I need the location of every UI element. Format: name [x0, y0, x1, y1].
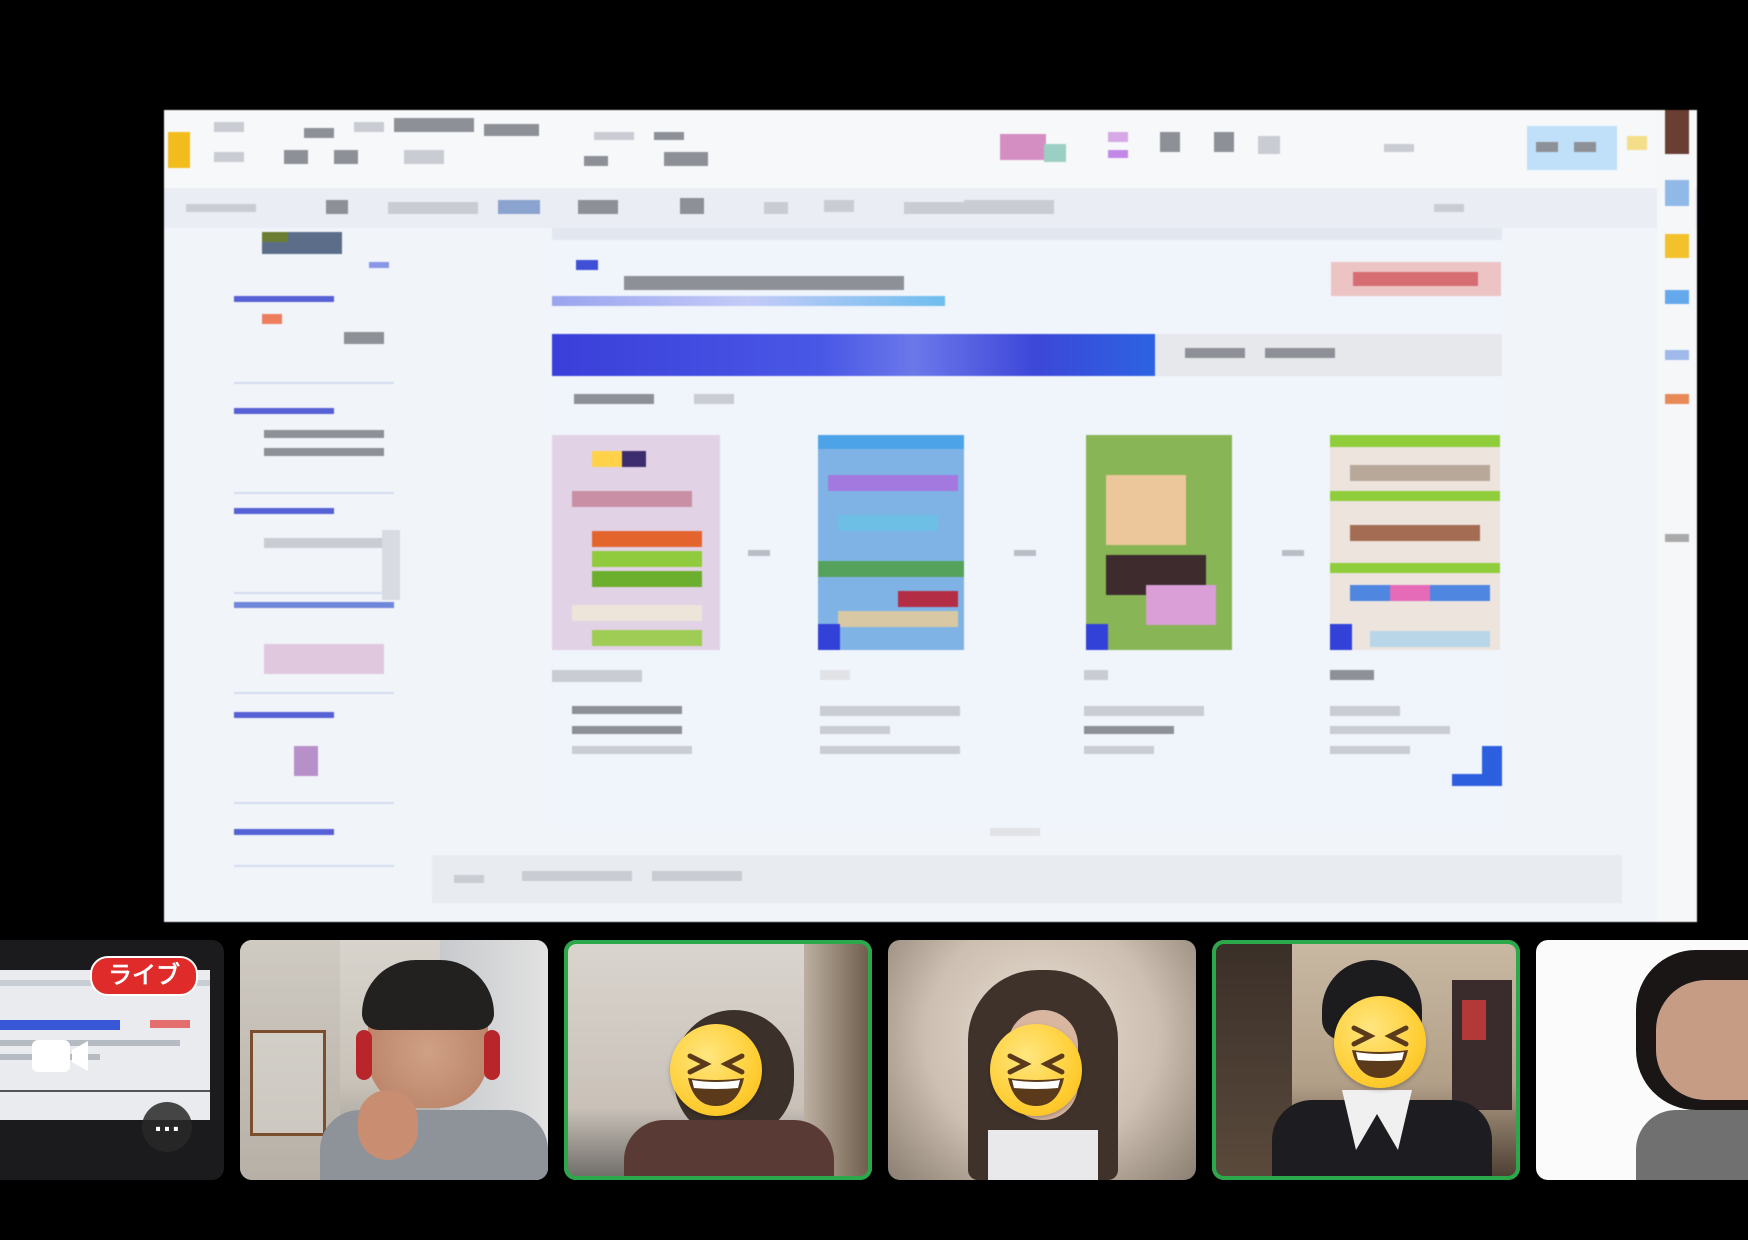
- app-icon[interactable]: [1665, 394, 1689, 404]
- participant-tile-share-preview[interactable]: ライブ …: [0, 940, 224, 1180]
- participant-strip: ライブ …: [0, 940, 1748, 1180]
- card-caption-2: [820, 670, 990, 770]
- product-card-3[interactable]: [1086, 435, 1232, 650]
- card-caption-3: [1084, 670, 1254, 770]
- video-camera-icon[interactable]: [32, 1036, 88, 1076]
- product-card-1[interactable]: [552, 435, 720, 650]
- banner-side-panel: [1155, 334, 1502, 376]
- header-highlight-button[interactable]: [1331, 262, 1501, 296]
- flow-arrow: [1014, 550, 1036, 556]
- app-icon[interactable]: [1665, 534, 1689, 542]
- toolbar-ribbon: [164, 188, 1697, 228]
- participant-tile-5[interactable]: [1212, 940, 1520, 1180]
- side-panel-icons: [1657, 110, 1695, 922]
- live-badge: ライブ: [90, 956, 198, 996]
- app-icon[interactable]: [1665, 350, 1689, 360]
- speaker-notes-bar[interactable]: [432, 855, 1622, 903]
- card-caption-1: [552, 670, 722, 770]
- product-card-row: [552, 435, 1502, 650]
- flow-arrow: [1282, 550, 1304, 556]
- product-card-4[interactable]: [1330, 435, 1500, 650]
- grinning-squinting-face-icon: [1334, 996, 1426, 1088]
- slide-thumbnail-panel[interactable]: [184, 230, 394, 920]
- app-icon[interactable]: [1665, 110, 1689, 154]
- participant-tile-3[interactable]: [564, 940, 872, 1180]
- grinning-squinting-face-icon: [670, 1024, 762, 1116]
- product-card-2[interactable]: [818, 435, 964, 650]
- shared-screen: [164, 110, 1697, 922]
- participant-tile-2[interactable]: [240, 940, 548, 1180]
- grinning-squinting-face-icon: [990, 1024, 1082, 1116]
- title-banner: [552, 334, 1155, 376]
- app-icon[interactable]: [1665, 234, 1689, 258]
- app-logo-icon: [168, 132, 190, 168]
- more-options-button[interactable]: …: [142, 1102, 192, 1152]
- participant-tile-4[interactable]: [888, 940, 1196, 1180]
- app-icon[interactable]: [1665, 290, 1689, 304]
- participant-tile-6[interactable]: [1536, 940, 1748, 1180]
- thumbnail-scrollbar[interactable]: [382, 530, 400, 600]
- card-caption-4: [1330, 670, 1500, 770]
- app-icon[interactable]: [1665, 180, 1689, 206]
- flow-arrow: [748, 550, 770, 556]
